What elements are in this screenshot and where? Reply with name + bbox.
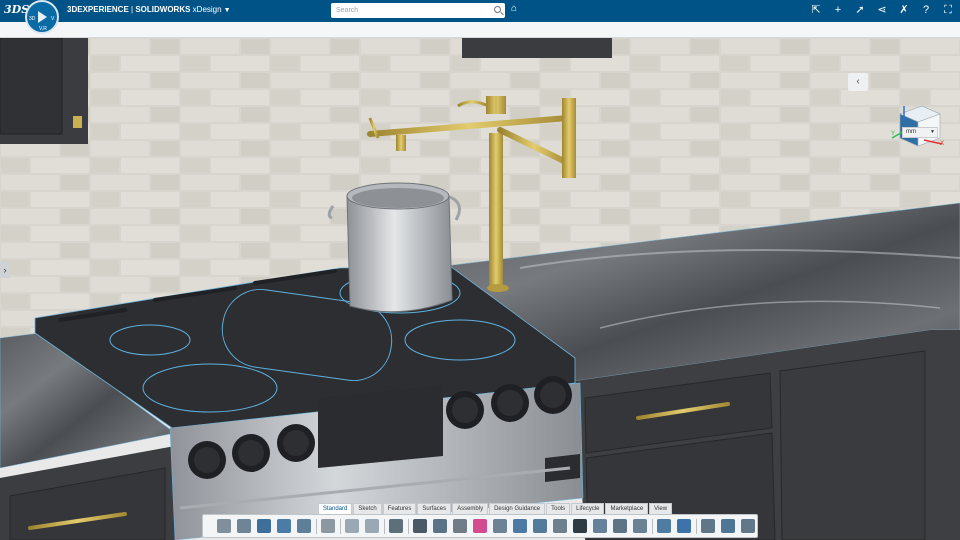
compass-play-icon[interactable] [38, 11, 47, 23]
brand-prefix: 3DEXPERIENCE [67, 5, 129, 14]
collapse-panel-button[interactable]: ‹ [848, 73, 868, 91]
redo-icon[interactable] [365, 519, 379, 533]
view-cube[interactable]: Y X [888, 100, 948, 150]
control-display [318, 385, 443, 468]
tab-standard[interactable]: Standard [318, 503, 353, 514]
network-icon[interactable]: ⋖ [876, 4, 888, 16]
share-arrow-icon[interactable] [677, 519, 691, 533]
zoom-icon[interactable] [533, 519, 547, 533]
expand-tree-button[interactable]: › [0, 262, 10, 278]
compass-v-label: V [51, 16, 55, 22]
mate-icon[interactable] [593, 519, 607, 533]
revision-icon[interactable] [297, 519, 311, 533]
explode-icon[interactable] [613, 519, 627, 533]
cabinet-knob [73, 116, 82, 128]
tab-surfaces[interactable]: Surfaces [417, 503, 452, 514]
top-bar: 3DS 3DEXPERIENCE | SOLIDWORKS xDesign ▼ S… [0, 0, 960, 22]
units-select[interactable]: mm ▼ [902, 127, 938, 138]
x-axis-label: X [940, 141, 944, 147]
tab-features[interactable]: Features [382, 503, 417, 514]
align-icon[interactable] [553, 519, 567, 533]
tag-icon[interactable]: ⌂ [511, 4, 521, 14]
tools-icon[interactable]: ✗ [898, 4, 910, 16]
add-icon[interactable]: + [832, 4, 844, 16]
structure-icon[interactable] [721, 519, 735, 533]
3d-viewport[interactable]: Y X ‹ mm ▼ › [0, 38, 960, 540]
kitchen-model[interactable] [0, 38, 960, 540]
tab-design-guidance[interactable]: Design Guidance [489, 503, 546, 514]
bom-icon[interactable] [633, 519, 647, 533]
command-tabs: Standard Sketch Features Surfaces Assemb… [318, 503, 673, 514]
tab-sketch[interactable]: Sketch [353, 503, 382, 514]
tab-lifecycle[interactable]: Lifecycle [571, 503, 605, 514]
filter-icon[interactable] [701, 519, 715, 533]
save-icon[interactable] [257, 519, 271, 533]
open-icon[interactable] [237, 519, 251, 533]
app-brand[interactable]: 3DEXPERIENCE | SOLIDWORKS xDesign ▼ [67, 5, 231, 14]
brand-app: SOLIDWORKS [135, 5, 191, 14]
sub-bar [0, 22, 960, 38]
compass-widget[interactable]: 3D V V,R [25, 0, 59, 34]
compass-3d-label: 3D [29, 16, 36, 22]
save-as-icon[interactable] [277, 519, 291, 533]
undo-icon[interactable] [345, 519, 359, 533]
tab-marketplace[interactable]: Marketplace [605, 503, 649, 514]
chevron-down-icon: ▼ [930, 129, 935, 135]
navigate-icon[interactable]: ➚ [854, 4, 866, 16]
fullscreen-icon[interactable]: ⛶ [942, 4, 954, 16]
search-icon[interactable] [494, 6, 501, 13]
help-icon[interactable]: ? [920, 4, 932, 16]
globe-icon[interactable] [657, 519, 671, 533]
hatch-icon[interactable] [573, 519, 587, 533]
units-value: mm [906, 129, 916, 135]
lasso-icon[interactable] [413, 519, 427, 533]
tab-tools[interactable]: Tools [546, 503, 571, 514]
search-placeholder: Search [336, 7, 359, 14]
action-bar [202, 514, 758, 538]
measure-icon[interactable] [493, 519, 507, 533]
range-hood [462, 38, 612, 58]
render-icon[interactable] [453, 519, 467, 533]
share-icon[interactable]: ⇱ [810, 4, 822, 16]
new-icon[interactable] [217, 519, 231, 533]
options-gear-icon[interactable] [321, 519, 335, 533]
section-icon[interactable] [513, 519, 527, 533]
download-icon[interactable] [741, 519, 755, 533]
compass-vr-label: V,R [39, 26, 47, 32]
chevron-down-icon[interactable]: ▼ [224, 7, 231, 14]
help-icon[interactable] [389, 519, 403, 533]
tab-assembly[interactable]: Assembly [452, 503, 489, 514]
tab-view[interactable]: View [649, 503, 673, 514]
brand-role: xDesign [190, 5, 222, 14]
appearance-icon[interactable] [473, 519, 487, 533]
y-axis-label: Y [891, 131, 895, 137]
image-icon[interactable] [433, 519, 447, 533]
search-input[interactable]: Search [331, 3, 505, 18]
